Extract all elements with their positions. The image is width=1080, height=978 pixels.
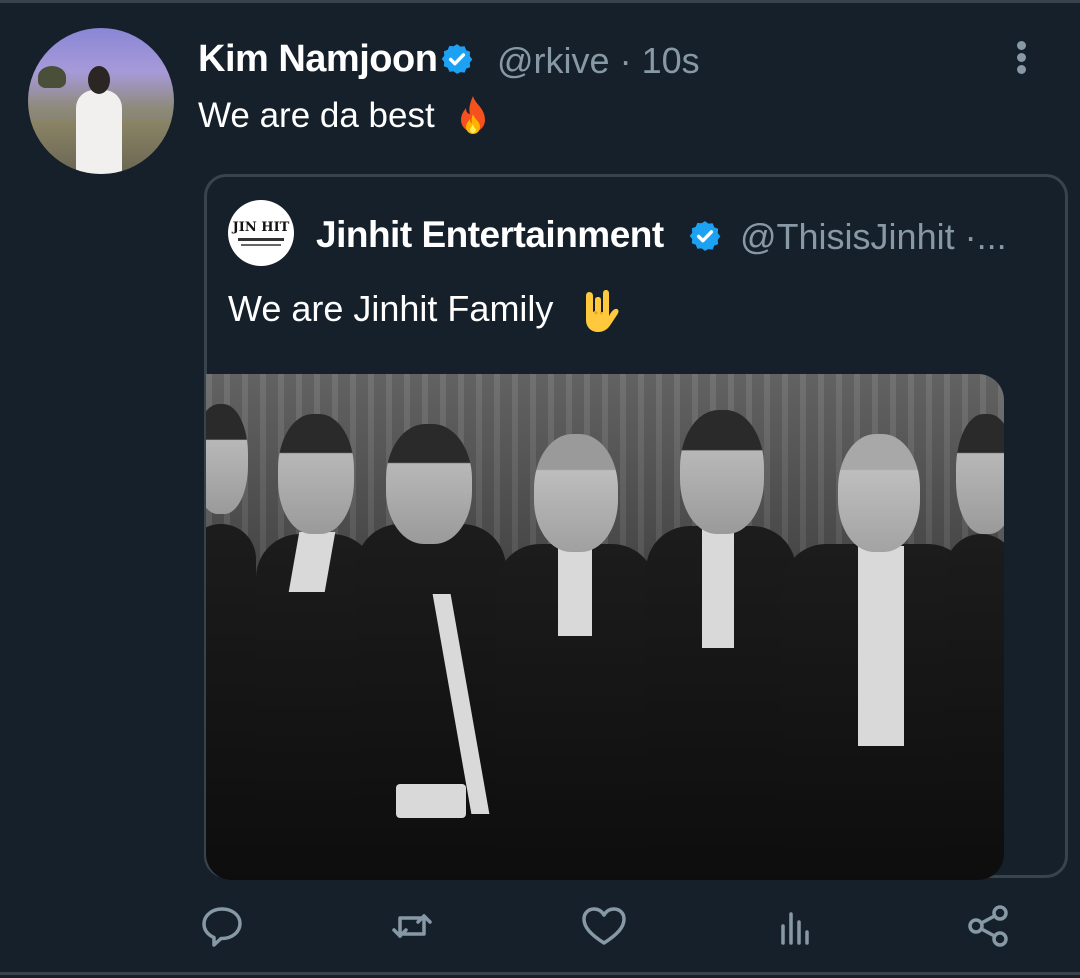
avatar-person: [76, 90, 122, 174]
photo-figure: [496, 434, 656, 880]
avatar-person-head: [88, 66, 110, 94]
author-avatar[interactable]: [28, 28, 174, 174]
quoted-author-name[interactable]: Jinhit Entertainment: [316, 214, 664, 256]
logo-line: [241, 244, 281, 246]
share-icon[interactable]: [958, 896, 1018, 956]
more-options-icon[interactable]: [1006, 38, 1036, 76]
reply-icon[interactable]: [192, 896, 252, 956]
quoted-author-handle[interactable]: @ThisisJinhit ·...: [740, 216, 1026, 258]
like-icon[interactable]: [574, 896, 634, 956]
verified-badge-icon: [441, 44, 473, 74]
author-handle[interactable]: @rkive: [497, 40, 610, 81]
photo-figure: [356, 424, 506, 880]
quoted-tweet-text: We are Jinhit Family: [228, 288, 554, 329]
photo-figure: [946, 414, 1004, 880]
quoted-tweet-media[interactable]: [206, 374, 1004, 880]
tweet-action-bar: [0, 896, 1080, 960]
analytics-icon[interactable]: [766, 896, 826, 956]
fire-emoji-icon: [461, 96, 485, 134]
quoted-author-avatar[interactable]: JIN HIT: [228, 200, 294, 266]
author-name[interactable]: Kim Namjoon: [198, 38, 438, 81]
meta-separator: ·: [619, 40, 632, 81]
quoted-verified-badge-icon: [689, 221, 721, 251]
avatar-tree: [38, 66, 66, 88]
bottom-divider: [0, 972, 1080, 975]
sign-of-the-horns-emoji-icon: [586, 290, 619, 332]
top-divider: [0, 0, 1080, 3]
retweet-icon[interactable]: [382, 896, 442, 956]
logo-line: [238, 238, 284, 241]
photo-figure: [646, 410, 796, 880]
quoted-avatar-logo: JIN HIT: [232, 220, 290, 235]
photo-figure: [782, 434, 972, 880]
tweet-text: We are da best: [198, 96, 435, 135]
tweet-timestamp[interactable]: 10s: [642, 40, 700, 81]
author-meta: @rkive · 10s: [497, 40, 700, 82]
